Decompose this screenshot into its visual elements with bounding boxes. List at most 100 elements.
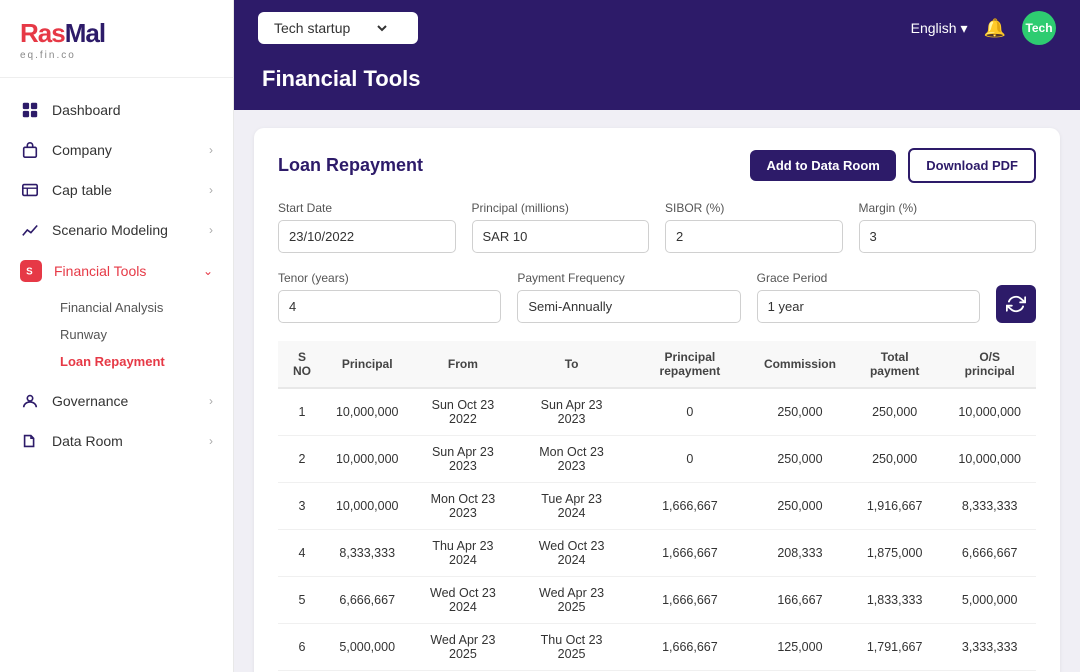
cell-sno: 3: [278, 483, 326, 530]
principal-input[interactable]: [472, 220, 650, 253]
col-total-payment: Total payment: [846, 341, 943, 388]
table-row: 2 10,000,000 Sun Apr 23 2023 Mon Oct 23 …: [278, 436, 1036, 483]
subnav-financial-analysis[interactable]: Financial Analysis: [52, 294, 233, 321]
data-room-icon: [20, 431, 40, 451]
cell-commission: 125,000: [754, 624, 846, 671]
cap-table-icon: [20, 180, 40, 200]
cell-total-payment: 1,875,000: [846, 530, 943, 577]
cell-from: Sun Apr 23 2023: [409, 436, 518, 483]
cell-principal-repayment: 1,666,667: [626, 483, 754, 530]
download-pdf-button[interactable]: Download PDF: [908, 148, 1036, 183]
margin-label: Margin (%): [859, 201, 1037, 215]
sidebar-item-governance[interactable]: Governance ›: [0, 381, 233, 421]
grace-period-input[interactable]: [757, 290, 980, 323]
card-header: Loan Repayment Add to Data Room Download…: [278, 148, 1036, 183]
payment-freq-group: Payment Frequency: [517, 271, 740, 323]
sidebar-item-label: Dashboard: [52, 102, 121, 118]
cell-commission: 250,000: [754, 483, 846, 530]
financial-tools-subnav: Financial Analysis Runway Loan Repayment: [0, 292, 233, 381]
sidebar-item-cap-table[interactable]: Cap table ›: [0, 170, 233, 210]
language-arrow-icon: ▾: [961, 20, 968, 37]
col-from: From: [409, 341, 518, 388]
cell-principal: 6,666,667: [326, 577, 409, 624]
start-date-input[interactable]: [278, 220, 456, 253]
svg-text:S: S: [26, 267, 33, 278]
cell-principal: 10,000,000: [326, 388, 409, 436]
cell-os-principal: 10,000,000: [943, 436, 1036, 483]
cell-from: Thu Apr 23 2024: [409, 530, 518, 577]
sibor-input[interactable]: [665, 220, 843, 253]
tenor-label: Tenor (years): [278, 271, 501, 285]
user-avatar[interactable]: Tech: [1022, 11, 1056, 45]
cell-total-payment: 1,833,333: [846, 577, 943, 624]
governance-icon: [20, 391, 40, 411]
subnav-loan-repayment[interactable]: Loan Repayment: [52, 348, 233, 375]
form-row-2: Tenor (years) Payment Frequency Grace Pe…: [278, 271, 1036, 323]
sidebar-item-label: Scenario Modeling: [52, 222, 168, 238]
table-row: 1 10,000,000 Sun Oct 23 2022 Sun Apr 23 …: [278, 388, 1036, 436]
refresh-btn-group: [996, 285, 1036, 323]
cell-os-principal: 6,666,667: [943, 530, 1036, 577]
grace-period-group: Grace Period: [757, 271, 980, 323]
chevron-right-icon: ›: [209, 183, 213, 197]
add-to-data-room-button[interactable]: Add to Data Room: [750, 150, 895, 181]
dashboard-icon: [20, 100, 40, 120]
cell-from: Wed Oct 23 2024: [409, 577, 518, 624]
start-date-group: Start Date: [278, 201, 456, 253]
sidebar-item-data-room[interactable]: Data Room ›: [0, 421, 233, 461]
cell-to: Tue Apr 23 2024: [517, 483, 626, 530]
loan-table: S NO Principal From To Principal repayme…: [278, 341, 1036, 672]
sidebar-item-financial-tools[interactable]: S Financial Tools ⌄: [0, 250, 233, 292]
cell-sno: 4: [278, 530, 326, 577]
sibor-label: SIBOR (%): [665, 201, 843, 215]
subnav-runway[interactable]: Runway: [52, 321, 233, 348]
payment-freq-input[interactable]: [517, 290, 740, 323]
scenario-icon: [20, 220, 40, 240]
sidebar-item-scenario-modeling[interactable]: Scenario Modeling ›: [0, 210, 233, 250]
company-select[interactable]: Tech startup Other company: [270, 19, 390, 37]
sidebar-item-dashboard[interactable]: Dashboard: [0, 90, 233, 130]
cell-sno: 5: [278, 577, 326, 624]
company-icon: [20, 140, 40, 160]
table-row: 6 5,000,000 Wed Apr 23 2025 Thu Oct 23 2…: [278, 624, 1036, 671]
cell-commission: 250,000: [754, 388, 846, 436]
chevron-right-icon: ›: [209, 394, 213, 408]
main-content: Tech startup Other company English ▾ 🔔 T…: [234, 0, 1080, 672]
col-principal: Principal: [326, 341, 409, 388]
cell-to: Wed Apr 23 2025: [517, 577, 626, 624]
cell-principal-repayment: 1,666,667: [626, 577, 754, 624]
cell-principal-repayment: 0: [626, 388, 754, 436]
refresh-button[interactable]: [996, 285, 1036, 323]
loan-table-body: 1 10,000,000 Sun Oct 23 2022 Sun Apr 23 …: [278, 388, 1036, 672]
chevron-right-icon: ›: [209, 223, 213, 237]
sidebar-item-company[interactable]: Company ›: [0, 130, 233, 170]
sidebar-item-label: Cap table: [52, 182, 112, 198]
cell-principal: 10,000,000: [326, 436, 409, 483]
page-body: Financial Tools Loan Repayment Add to Da…: [234, 56, 1080, 672]
logo-area: RasMal eq.fin.co: [0, 0, 233, 78]
cell-total-payment: 1,916,667: [846, 483, 943, 530]
notification-icon[interactable]: 🔔: [984, 18, 1006, 39]
col-principal-repayment: Principal repayment: [626, 341, 754, 388]
table-row: 5 6,666,667 Wed Oct 23 2024 Wed Apr 23 2…: [278, 577, 1036, 624]
grace-period-label: Grace Period: [757, 271, 980, 285]
cell-to: Sun Apr 23 2023: [517, 388, 626, 436]
cell-os-principal: 3,333,333: [943, 624, 1036, 671]
col-commission: Commission: [754, 341, 846, 388]
cell-os-principal: 8,333,333: [943, 483, 1036, 530]
sidebar-item-label: Financial Tools: [54, 263, 146, 279]
topbar-right: English ▾ 🔔 Tech: [911, 11, 1056, 45]
principal-label: Principal (millions): [472, 201, 650, 215]
company-selector[interactable]: Tech startup Other company: [258, 12, 418, 44]
card-actions: Add to Data Room Download PDF: [742, 148, 1036, 183]
nav-items: Dashboard Company › Cap table › Scenario…: [0, 78, 233, 672]
logo-sub: eq.fin.co: [20, 50, 213, 61]
tenor-input[interactable]: [278, 290, 501, 323]
logo: RasMal: [20, 18, 213, 49]
table-header-row: S NO Principal From To Principal repayme…: [278, 341, 1036, 388]
payment-freq-label: Payment Frequency: [517, 271, 740, 285]
language-selector[interactable]: English ▾: [911, 20, 968, 37]
sidebar-item-label: Data Room: [52, 433, 123, 449]
margin-input[interactable]: [859, 220, 1037, 253]
col-os-principal: O/S principal: [943, 341, 1036, 388]
